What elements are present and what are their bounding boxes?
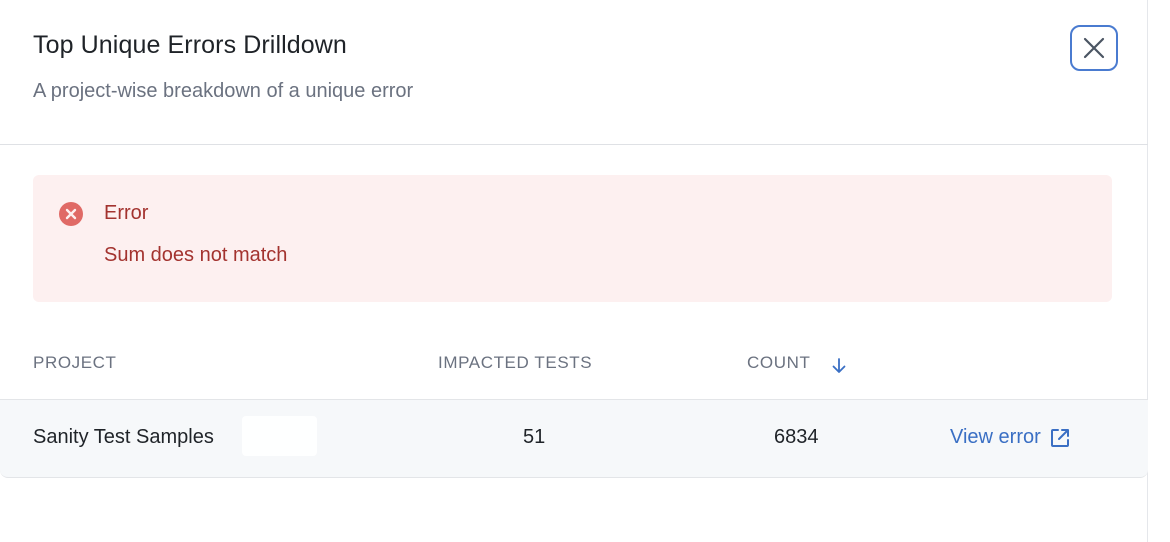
column-header-project: PROJECT: [33, 353, 117, 372]
cell-project: Sanity Test Samples: [33, 426, 214, 448]
cell-count: 6834: [774, 426, 819, 448]
arrow-down-icon[interactable]: [829, 356, 849, 376]
cell-impacted-tests: 51: [523, 426, 546, 448]
table-header: PROJECT IMPACTED TESTS COUNT: [0, 340, 1148, 400]
close-icon: [1083, 37, 1105, 59]
column-header-count[interactable]: COUNT: [747, 353, 810, 373]
close-button[interactable]: [1070, 25, 1118, 71]
view-error-link[interactable]: View error: [950, 426, 1071, 449]
error-alert: Error Sum does not match: [33, 175, 1112, 302]
alert-title: Error: [104, 202, 149, 224]
column-header-impacted-tests: IMPACTED TESTS: [438, 353, 593, 372]
error-circle-icon: [59, 202, 83, 226]
background-gutter: [1149, 0, 1170, 542]
page-title: Top Unique Errors Drilldown: [33, 31, 347, 59]
table-row: Sanity Test Samples 51 6834 View error: [0, 400, 1148, 478]
panel-header: Top Unique Errors Drilldown A project-wi…: [0, 0, 1148, 145]
view-error-label: View error: [950, 426, 1041, 448]
redacted-region: [242, 416, 317, 456]
page-subtitle: A project-wise breakdown of a unique err…: [33, 80, 414, 102]
external-link-icon: [1050, 428, 1069, 447]
drilldown-panel: Top Unique Errors Drilldown A project-wi…: [0, 0, 1148, 542]
alert-message: Sum does not match: [104, 244, 288, 266]
